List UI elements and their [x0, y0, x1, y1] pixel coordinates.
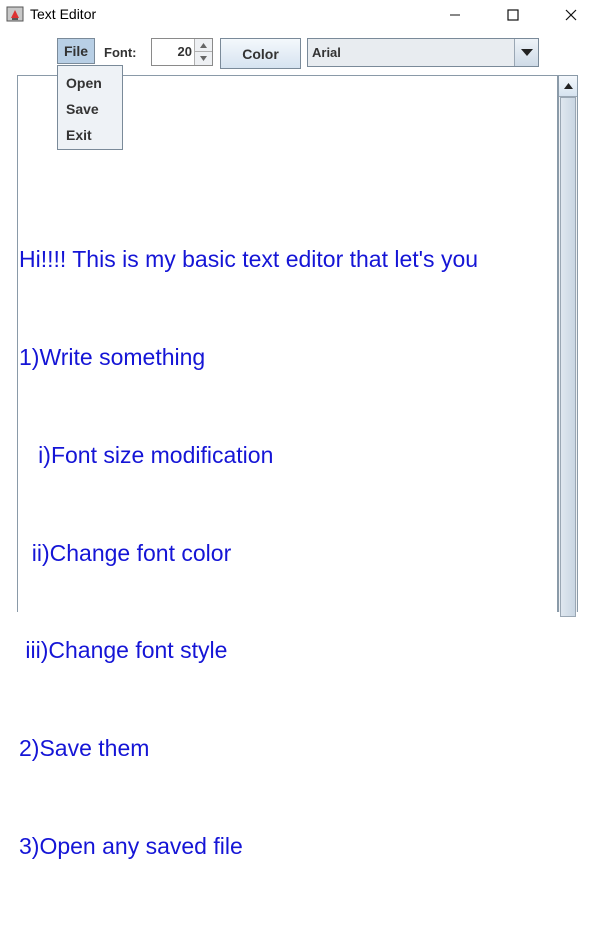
file-menu-button[interactable]: File — [57, 38, 95, 64]
scroll-up-button[interactable] — [559, 76, 577, 97]
menu-item-exit[interactable]: Exit — [66, 127, 92, 143]
minimize-icon — [450, 14, 460, 16]
editor-line: ii)Change font color — [19, 539, 232, 566]
editor-line: Hi!!!! This is my basic text editor that… — [19, 246, 479, 273]
font-label: Font: — [104, 45, 137, 60]
font-size-spinner[interactable]: 20 — [151, 38, 213, 66]
file-dropdown-menu: Open Save Exit — [57, 65, 123, 150]
spinner-up-button[interactable] — [194, 39, 212, 52]
font-family-value: Arial — [312, 45, 341, 60]
chevron-up-icon — [563, 83, 573, 89]
close-button[interactable] — [542, 0, 597, 30]
editor-text-area[interactable]: Hi!!!! This is my basic text editor that… — [17, 75, 558, 859]
maximize-icon — [507, 9, 519, 21]
chevron-up-icon — [200, 42, 207, 48]
minimize-button[interactable] — [426, 0, 484, 30]
editor-text: Hi!!!! This is my basic text editor that… — [19, 178, 478, 928]
chevron-down-icon — [520, 49, 533, 56]
font-select-dropdown-button[interactable] — [514, 39, 538, 66]
editor-line: 1)Write something — [19, 343, 206, 370]
title-bar: Text Editor — [0, 0, 597, 30]
maximize-button[interactable] — [484, 0, 542, 30]
menu-item-save[interactable]: Save — [66, 101, 99, 117]
editor-line: 2)Save them — [19, 735, 150, 762]
vertical-scrollbar[interactable] — [558, 75, 578, 617]
spinner-down-button[interactable] — [194, 52, 212, 65]
editor-line: 3)Open any saved file — [19, 832, 243, 859]
close-icon — [565, 9, 577, 21]
editor-line: iii)Change font style — [19, 637, 228, 664]
font-size-value[interactable]: 20 — [178, 44, 192, 59]
color-button[interactable]: Color — [220, 38, 301, 69]
window-title: Text Editor — [30, 6, 97, 22]
editor-line: i)Font size modification — [19, 441, 274, 468]
java-app-icon — [6, 5, 24, 23]
chevron-down-icon — [200, 56, 207, 61]
menu-item-open[interactable]: Open — [66, 75, 102, 91]
scrollbar-thumb[interactable] — [560, 97, 576, 617]
font-family-select[interactable]: Arial — [307, 38, 539, 67]
